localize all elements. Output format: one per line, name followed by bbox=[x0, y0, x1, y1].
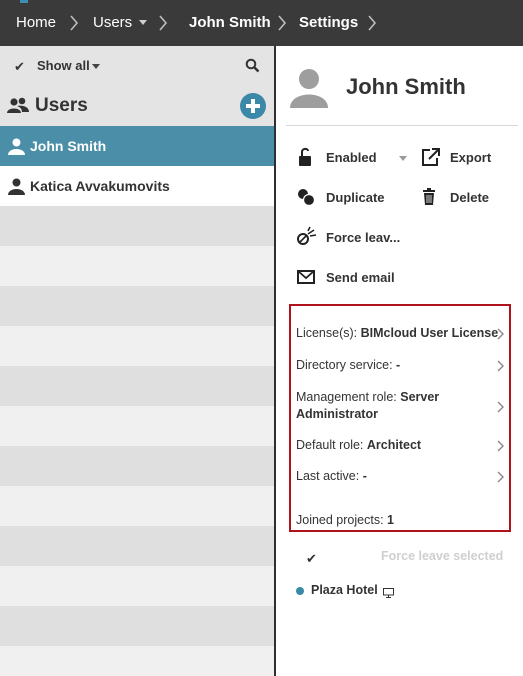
breadcrumb-settings[interactable]: Settings bbox=[299, 14, 358, 31]
empty-row bbox=[0, 406, 274, 446]
default-role-label: Default role: bbox=[296, 438, 364, 452]
chevron-right-icon bbox=[497, 471, 504, 486]
project-name[interactable]: Plaza Hotel bbox=[311, 583, 378, 597]
send-email-label: Send email bbox=[326, 270, 395, 285]
users-title: Users bbox=[35, 95, 88, 116]
unlock-icon bbox=[296, 146, 318, 168]
user-name: John Smith bbox=[30, 138, 107, 154]
breadcrumb-user[interactable]: John Smith bbox=[189, 14, 271, 31]
management-role-row[interactable]: Management role: Server Administrator bbox=[296, 390, 506, 426]
users-header: Users bbox=[0, 86, 274, 126]
chevron-right-icon bbox=[497, 440, 504, 455]
person-icon bbox=[8, 138, 25, 160]
breadcrumb-users[interactable]: Users bbox=[93, 14, 132, 31]
chevron-right-icon bbox=[277, 14, 287, 32]
top-accent bbox=[20, 0, 28, 3]
license-value: BIMcloud User License bbox=[360, 326, 499, 340]
license-label: License(s): bbox=[296, 326, 358, 340]
enabled-label: Enabled bbox=[326, 150, 377, 165]
user-detail-pane: John Smith Enabled Export Duplicate Dele… bbox=[276, 46, 523, 676]
caret-down-icon[interactable] bbox=[92, 64, 100, 69]
joined-projects-label: Joined projects: bbox=[296, 513, 384, 527]
last-active-value: - bbox=[362, 469, 367, 483]
directory-value: - bbox=[396, 358, 401, 372]
empty-row bbox=[0, 486, 274, 526]
directory-service-row[interactable]: Directory service: - bbox=[296, 358, 506, 376]
export-icon bbox=[420, 146, 442, 168]
caret-down-icon[interactable] bbox=[139, 20, 147, 25]
empty-row bbox=[0, 606, 274, 646]
default-role-row[interactable]: Default role: Architect bbox=[296, 438, 506, 456]
search-icon[interactable] bbox=[245, 58, 260, 78]
avatar-icon bbox=[290, 68, 328, 113]
chevron-right-icon bbox=[158, 14, 168, 32]
caret-down-icon[interactable] bbox=[399, 156, 407, 161]
user-name: Katica Avvakumovits bbox=[30, 178, 170, 194]
enabled-toggle[interactable]: Enabled bbox=[296, 146, 407, 168]
users-pane: ✔ Show all Users John Smith Katica Avvak… bbox=[0, 46, 274, 676]
force-leave-button[interactable]: Force leav... bbox=[296, 226, 406, 248]
export-button[interactable]: Export bbox=[420, 146, 500, 168]
person-icon bbox=[8, 178, 25, 200]
empty-row bbox=[0, 326, 274, 366]
divider bbox=[286, 125, 518, 126]
empty-row bbox=[0, 246, 274, 286]
user-details-box: License(s): BIMcloud User License Direct… bbox=[289, 304, 511, 532]
breadcrumb-bar: Home Users John Smith Settings bbox=[0, 0, 523, 46]
force-leave-icon bbox=[296, 226, 318, 248]
send-email-button[interactable]: Send email bbox=[296, 266, 406, 288]
empty-row bbox=[0, 366, 274, 406]
checkmark-icon[interactable]: ✔ bbox=[14, 59, 25, 75]
empty-row bbox=[0, 206, 274, 246]
duplicate-icon bbox=[296, 186, 318, 208]
empty-row bbox=[0, 526, 274, 566]
directory-label: Directory service: bbox=[296, 358, 393, 372]
chevron-right-icon bbox=[367, 14, 377, 32]
monitor-icon bbox=[383, 585, 394, 603]
force-leave-selected-button[interactable]: Force leave selected bbox=[381, 549, 503, 563]
management-role-value: Server bbox=[400, 390, 440, 404]
empty-row bbox=[0, 566, 274, 606]
license-row[interactable]: License(s): BIMcloud User License bbox=[296, 326, 506, 344]
force-leave-label: Force leav... bbox=[326, 230, 401, 245]
duplicate-label: Duplicate bbox=[326, 190, 385, 205]
users-icon bbox=[7, 97, 29, 119]
chevron-right-icon bbox=[497, 360, 504, 375]
management-role-label: Management role: bbox=[296, 390, 397, 404]
checkmark-icon[interactable]: ✔ bbox=[306, 551, 317, 567]
trash-icon bbox=[420, 186, 442, 208]
delete-button[interactable]: Delete bbox=[420, 186, 500, 208]
export-label: Export bbox=[450, 150, 492, 165]
list-item[interactable]: Katica Avvakumovits bbox=[0, 166, 274, 206]
show-all-filter[interactable]: Show all bbox=[37, 58, 90, 73]
delete-label: Delete bbox=[450, 190, 490, 205]
empty-row bbox=[0, 446, 274, 486]
default-role-value: Architect bbox=[366, 438, 422, 452]
users-list: John Smith Katica Avvakumovits bbox=[0, 126, 274, 676]
empty-row bbox=[0, 646, 274, 676]
last-active-row[interactable]: Last active: - bbox=[296, 469, 506, 487]
duplicate-button[interactable]: Duplicate bbox=[296, 186, 396, 208]
empty-row bbox=[0, 286, 274, 326]
joined-projects-value: 1 bbox=[387, 513, 394, 527]
management-role-value-cont: Administrator bbox=[296, 407, 378, 421]
list-item[interactable]: John Smith bbox=[0, 126, 274, 166]
add-user-button[interactable] bbox=[240, 93, 266, 119]
last-active-label: Last active: bbox=[296, 469, 360, 483]
joined-projects-row: Joined projects: 1 bbox=[296, 513, 506, 531]
email-icon bbox=[296, 266, 318, 288]
page-title: John Smith bbox=[346, 74, 466, 99]
breadcrumb-home[interactable]: Home bbox=[16, 14, 56, 31]
filter-toolbar: ✔ Show all bbox=[0, 46, 274, 86]
chevron-right-icon bbox=[69, 14, 79, 32]
chevron-right-icon bbox=[497, 401, 504, 416]
status-dot bbox=[296, 587, 304, 595]
chevron-right-icon bbox=[497, 328, 504, 343]
